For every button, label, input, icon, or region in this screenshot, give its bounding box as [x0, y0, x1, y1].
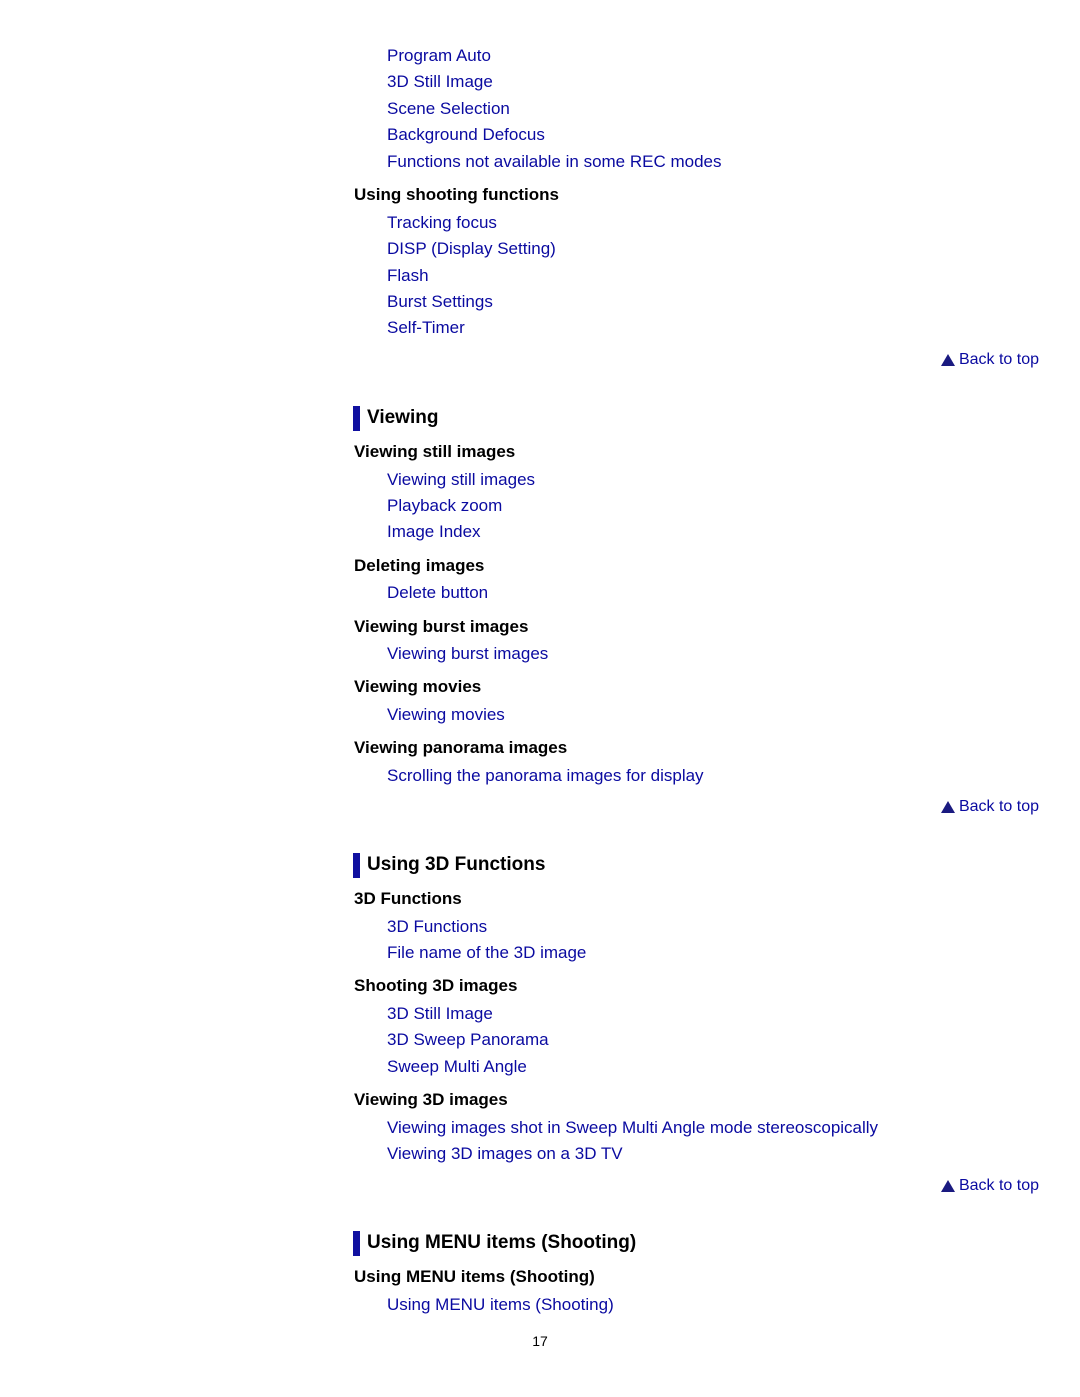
page-number: 17 — [532, 1333, 548, 1349]
link-viewing-stereoscopically[interactable]: Viewing images shot in Sweep Multi Angle… — [387, 1118, 878, 1138]
subheading-shooting-functions: Using shooting functions — [354, 185, 559, 204]
back-to-top-link[interactable]: Back to top — [940, 797, 1039, 817]
link-tracking-focus[interactable]: Tracking focus — [387, 213, 497, 233]
link-3d-functions[interactable]: 3D Functions — [387, 917, 487, 937]
back-to-top-label: Back to top — [958, 351, 1039, 368]
link-3d-sweep-panorama[interactable]: 3D Sweep Panorama — [387, 1030, 549, 1050]
section-title: Using MENU items (Shooting) — [367, 1232, 637, 1253]
link-program-auto[interactable]: Program Auto — [387, 46, 491, 66]
link-disp[interactable]: DISP (Display Setting) — [387, 239, 556, 259]
subheading: Shooting 3D images — [354, 976, 518, 995]
section-title: Viewing — [367, 407, 439, 428]
subheading: Using MENU items (Shooting) — [354, 1267, 595, 1286]
manual-page: Program Auto 3D Still Image Scene Select… — [0, 0, 1080, 1397]
back-to-top-label: Back to top — [958, 798, 1039, 815]
link-playback-zoom[interactable]: Playback zoom — [387, 496, 502, 516]
link-functions-not-available[interactable]: Functions not available in some REC mode… — [387, 152, 722, 172]
section-marker — [353, 852, 360, 878]
subheading: Viewing burst images — [354, 617, 529, 636]
link-viewing-still-images[interactable]: Viewing still images — [387, 470, 535, 490]
back-to-top-label: Back to top — [958, 1177, 1039, 1194]
back-to-top-link[interactable]: Back to top — [940, 1176, 1039, 1196]
up-triangle-icon — [940, 801, 955, 813]
subheading: Viewing still images — [354, 442, 516, 461]
link-burst-settings[interactable]: Burst Settings — [387, 292, 493, 312]
up-triangle-icon — [940, 1180, 955, 1192]
section-viewing: Viewing — [353, 405, 438, 431]
link-delete-button[interactable]: Delete button — [387, 583, 488, 603]
link-file-name-3d-image[interactable]: File name of the 3D image — [387, 943, 586, 963]
section-menu-shooting: Using MENU items (Shooting) — [353, 1230, 636, 1256]
up-triangle-icon — [940, 354, 955, 366]
link-image-index[interactable]: Image Index — [387, 522, 481, 542]
subheading: Viewing 3D images — [354, 1090, 508, 1109]
subheading: Viewing panorama images — [354, 738, 568, 757]
section-marker — [353, 405, 360, 431]
subheading: Viewing movies — [354, 677, 482, 696]
link-scene-selection[interactable]: Scene Selection — [387, 99, 510, 119]
subheading: Deleting images — [354, 556, 485, 575]
link-sweep-multi-angle[interactable]: Sweep Multi Angle — [387, 1057, 527, 1077]
link-flash[interactable]: Flash — [387, 266, 429, 286]
link-3d-still-image[interactable]: 3D Still Image — [387, 72, 493, 92]
section-marker — [353, 1230, 360, 1256]
link-background-defocus[interactable]: Background Defocus — [387, 125, 545, 145]
link-using-menu-items[interactable]: Using MENU items (Shooting) — [387, 1295, 614, 1315]
subheading: 3D Functions — [354, 889, 462, 908]
link-scrolling-panorama[interactable]: Scrolling the panorama images for displa… — [387, 766, 704, 786]
link-self-timer[interactable]: Self-Timer — [387, 318, 465, 338]
link-3d-still-image[interactable]: 3D Still Image — [387, 1004, 493, 1024]
link-viewing-burst-images[interactable]: Viewing burst images — [387, 644, 548, 664]
link-viewing-3d-on-tv[interactable]: Viewing 3D images on a 3D TV — [387, 1144, 623, 1164]
section-using-3d-functions: Using 3D Functions — [353, 852, 545, 878]
link-viewing-movies[interactable]: Viewing movies — [387, 705, 505, 725]
back-to-top-link[interactable]: Back to top — [940, 350, 1039, 370]
section-title: Using 3D Functions — [367, 854, 546, 875]
